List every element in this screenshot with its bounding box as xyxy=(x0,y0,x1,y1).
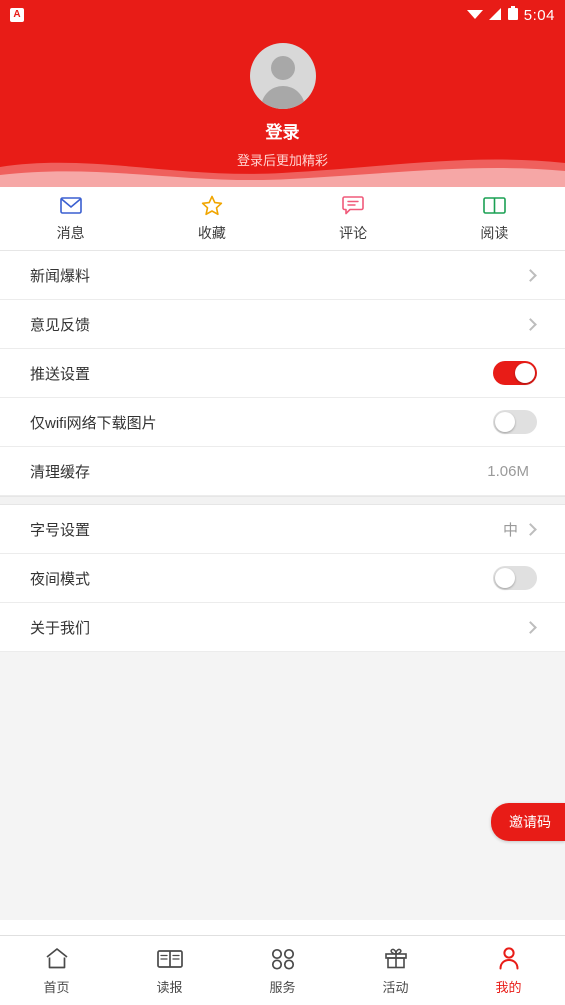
row-label: 清理缓存 xyxy=(30,463,91,481)
settings-row-wifi-images[interactable]: 仅wifi网络下载图片 xyxy=(0,398,565,447)
invite-code-button[interactable]: 邀请码 xyxy=(491,803,565,841)
nav-item-activities[interactable]: 活动 xyxy=(339,946,452,996)
newspaper-icon xyxy=(156,946,183,972)
row-label: 新闻爆料 xyxy=(30,267,91,285)
nav-item-label: 活动 xyxy=(382,979,409,995)
login-button[interactable]: 登录 xyxy=(266,118,300,143)
night-mode-toggle[interactable] xyxy=(493,566,537,590)
bottom-navigation: 首页 读报 服务 活动 我的 xyxy=(0,935,565,1005)
quick-tab-messages[interactable]: 消息 xyxy=(0,195,141,243)
nav-item-newspaper[interactable]: 读报 xyxy=(113,946,226,996)
quick-tab-label: 收藏 xyxy=(197,224,226,241)
list-group-separator xyxy=(0,496,565,505)
push-settings-toggle[interactable] xyxy=(493,361,537,385)
header-wave-decoration xyxy=(0,153,565,187)
status-bar: A 5:04 xyxy=(0,0,565,30)
settings-row-clear-cache[interactable]: 清理缓存 1.06M xyxy=(0,447,565,496)
settings-row-font-size[interactable]: 字号设置 中 xyxy=(0,505,565,554)
chevron-right-icon xyxy=(524,268,537,282)
gift-icon xyxy=(384,946,408,972)
nav-item-label: 首页 xyxy=(43,979,70,995)
app-badge-icon: A xyxy=(10,8,24,22)
envelope-icon xyxy=(59,195,82,217)
row-label: 推送设置 xyxy=(30,365,91,383)
settings-row-night-mode[interactable]: 夜间模式 xyxy=(0,554,565,603)
home-icon xyxy=(45,946,69,972)
nav-item-label: 我的 xyxy=(495,979,522,995)
toggle-knob xyxy=(515,363,535,383)
quick-tabs: 消息 收藏 评论 阅读 xyxy=(0,187,565,251)
row-label: 仅wifi网络下载图片 xyxy=(30,414,157,432)
star-icon xyxy=(201,195,223,217)
status-bar-clock: 5:04 xyxy=(523,6,555,24)
chevron-right-icon xyxy=(524,620,537,634)
nav-item-label: 读报 xyxy=(156,979,183,995)
nav-item-label: 服务 xyxy=(269,979,296,995)
row-label: 关于我们 xyxy=(30,619,91,637)
wifi-only-images-toggle[interactable] xyxy=(493,410,537,434)
avatar[interactable] xyxy=(249,43,316,109)
signal-icon xyxy=(488,7,502,24)
book-icon xyxy=(483,195,506,217)
chevron-right-icon xyxy=(524,317,537,331)
cache-size-value: 1.06M xyxy=(487,462,529,480)
quick-tab-favorites[interactable]: 收藏 xyxy=(141,195,282,243)
person-icon xyxy=(498,946,520,972)
nav-item-services[interactable]: 服务 xyxy=(226,946,339,996)
quick-tab-label: 消息 xyxy=(56,224,85,241)
settings-row-feedback[interactable]: 意见反馈 xyxy=(0,300,565,349)
font-size-value: 中 xyxy=(502,521,518,539)
profile-header: 登录 登录后更加精彩 xyxy=(0,30,565,187)
settings-row-news-tip[interactable]: 新闻爆料 xyxy=(0,251,565,300)
quick-tab-comments[interactable]: 评论 xyxy=(283,195,424,243)
toggle-knob xyxy=(495,412,515,432)
chevron-right-icon xyxy=(524,522,537,536)
nav-item-mine[interactable]: 我的 xyxy=(452,946,565,996)
settings-list: 新闻爆料 意见反馈 推送设置 仅wifi网络下载图片 清理缓存 1.06M 字号… xyxy=(0,251,565,652)
nav-item-home[interactable]: 首页 xyxy=(0,946,113,996)
status-bar-right: 5:04 xyxy=(466,6,555,24)
row-label: 夜间模式 xyxy=(30,570,91,588)
wifi-icon xyxy=(466,7,483,24)
avatar-head-shape xyxy=(270,56,295,80)
row-label: 意见反馈 xyxy=(30,316,91,334)
comment-icon xyxy=(342,195,364,217)
page-filler-area: 邀请码 xyxy=(0,652,565,920)
settings-row-about-us[interactable]: 关于我们 xyxy=(0,603,565,652)
grid-icon xyxy=(271,946,295,972)
toggle-knob xyxy=(495,568,515,588)
quick-tab-reading[interactable]: 阅读 xyxy=(424,195,565,243)
row-label: 字号设置 xyxy=(30,521,91,539)
avatar-body-shape xyxy=(260,86,305,109)
quick-tab-label: 评论 xyxy=(339,224,368,241)
settings-row-push[interactable]: 推送设置 xyxy=(0,349,565,398)
status-bar-left: A xyxy=(10,8,24,22)
quick-tab-label: 阅读 xyxy=(480,224,509,241)
battery-icon xyxy=(507,6,518,24)
